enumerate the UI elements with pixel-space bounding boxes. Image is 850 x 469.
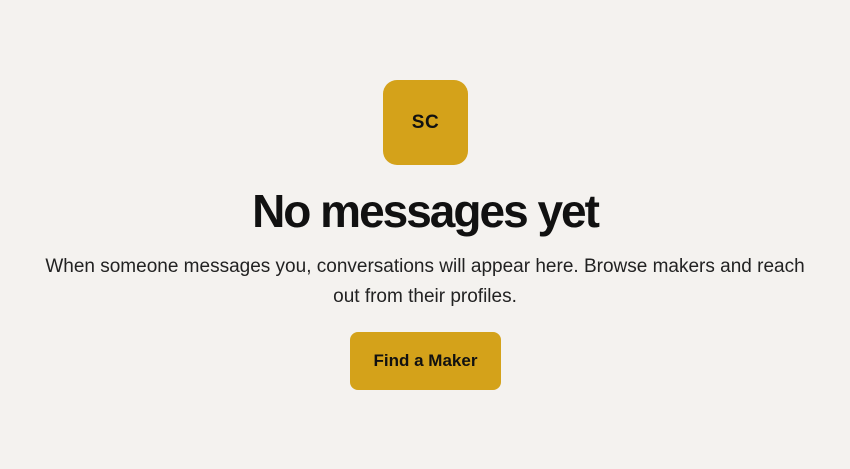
empty-state-description: When someone messages you, conversations… <box>45 256 805 307</box>
page-title: No messages yet <box>252 185 600 237</box>
messages-empty-state: SC No messages yet When someone messages… <box>0 0 850 469</box>
avatar: SC <box>383 80 468 165</box>
find-a-maker-button[interactable]: Find a Maker <box>350 332 501 390</box>
avatar-initials: SC <box>411 111 440 133</box>
